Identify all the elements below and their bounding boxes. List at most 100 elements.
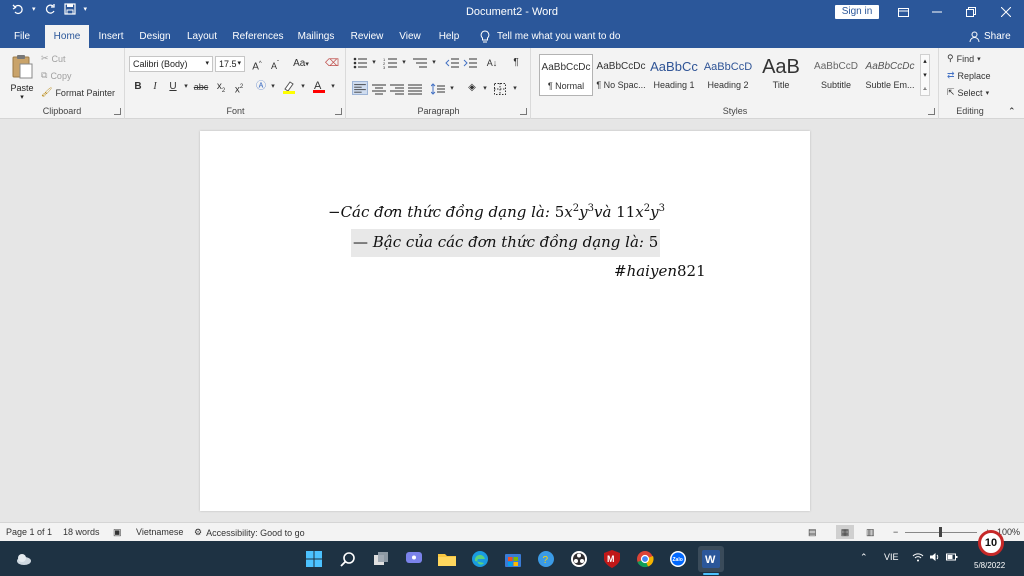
find-button[interactable]: ⚲ Find ▾ xyxy=(947,53,981,64)
line-spacing-icon[interactable] xyxy=(431,83,445,95)
weather-icon[interactable] xyxy=(12,547,36,571)
tab-file[interactable]: File xyxy=(4,25,40,48)
accessibility-status[interactable]: ⚙ Accessibility: Good to go xyxy=(194,527,305,538)
tab-references[interactable]: References xyxy=(231,25,285,48)
word-icon[interactable]: W xyxy=(698,546,724,572)
styles-gallery-scroll[interactable]: ▴ ▾ ⩡ xyxy=(920,54,930,96)
close-button[interactable] xyxy=(996,3,1016,21)
save-icon[interactable] xyxy=(63,3,76,15)
italic-button[interactable]: I xyxy=(148,80,162,94)
shrink-font-button[interactable]: Aˇ xyxy=(268,57,282,71)
cut-button[interactable]: ✂ Cut xyxy=(41,53,66,64)
clock-date[interactable]: 5/8/2022 xyxy=(974,561,1005,570)
tab-layout[interactable]: Layout xyxy=(183,25,221,48)
tab-design[interactable]: Design xyxy=(136,25,174,48)
store-icon[interactable] xyxy=(501,547,525,571)
antivirus-icon[interactable]: M xyxy=(600,547,624,571)
numbering-icon[interactable]: 123 xyxy=(383,57,397,69)
underline-dropdown-icon[interactable]: ▾ xyxy=(179,80,193,94)
tab-view[interactable]: View xyxy=(395,25,425,48)
style-no-spacing[interactable]: AaBbCcDc ¶ No Spac... xyxy=(594,54,648,96)
text-effects-dropdown-icon[interactable]: ▾ xyxy=(266,80,280,94)
style-title[interactable]: AaB Title xyxy=(754,54,808,96)
volume-icon[interactable] xyxy=(929,552,941,564)
zoom-out-icon[interactable]: − xyxy=(893,527,898,537)
decrease-indent-icon[interactable] xyxy=(445,57,459,69)
replace-button[interactable]: ⇄ Replace xyxy=(947,70,991,81)
chevron-up-icon[interactable]: ▴ xyxy=(921,55,929,69)
page-count[interactable]: Page 1 of 1 xyxy=(6,527,52,537)
font-name-combo[interactable]: Calibri (Body) ▾ xyxy=(129,56,213,72)
minimize-button[interactable] xyxy=(927,3,947,21)
highlight-dropdown-icon[interactable]: ▾ xyxy=(296,80,310,94)
word-count[interactable]: 18 words xyxy=(63,527,100,537)
style-heading-2[interactable]: AaBbCcD Heading 2 xyxy=(701,54,755,96)
tab-review[interactable]: Review xyxy=(348,25,386,48)
more-styles-icon[interactable]: ⩡ xyxy=(921,83,929,97)
tab-mailings[interactable]: Mailings xyxy=(294,25,338,48)
restore-button[interactable] xyxy=(961,3,981,21)
paste-button[interactable]: Paste ▾ xyxy=(9,54,35,101)
borders-icon[interactable] xyxy=(494,83,506,95)
shading-dropdown-icon[interactable]: ▾ xyxy=(478,82,492,96)
clipboard-launcher-icon[interactable] xyxy=(114,108,121,115)
web-layout-icon[interactable]: ▥ xyxy=(866,527,875,538)
collapse-ribbon-icon[interactable]: ⌃ xyxy=(1008,106,1016,117)
sort-icon[interactable]: A↓ xyxy=(485,56,499,70)
document-page[interactable]: −Các đơn thức đồng dạng là: 5x2y3và 11x2… xyxy=(200,131,810,511)
file-explorer-icon[interactable] xyxy=(435,547,459,571)
show-hidden-icons-icon[interactable]: ⌃ xyxy=(860,552,868,563)
zoom-slider-thumb[interactable] xyxy=(939,527,942,537)
read-mode-icon[interactable]: ▤ xyxy=(808,527,817,538)
font-launcher-icon[interactable] xyxy=(335,108,342,115)
equation-line-3[interactable]: #haiyen821 xyxy=(614,262,706,280)
grow-font-button[interactable]: A^ xyxy=(250,57,264,72)
highlight-color-icon[interactable] xyxy=(282,80,296,94)
show-formatting-marks-icon[interactable]: ¶ xyxy=(509,56,523,70)
chevron-down-icon[interactable]: ▾ xyxy=(921,69,929,83)
task-view-icon[interactable] xyxy=(369,547,393,571)
ribbon-display-options-button[interactable] xyxy=(893,3,913,21)
styles-launcher-icon[interactable] xyxy=(928,108,935,115)
chat-icon[interactable] xyxy=(402,547,426,571)
chrome-icon[interactable] xyxy=(633,547,657,571)
multilevel-dropdown-icon[interactable]: ▾ xyxy=(427,56,441,70)
justify-icon[interactable] xyxy=(408,83,422,95)
tab-help[interactable]: Help xyxy=(434,25,464,48)
share-button[interactable]: Share xyxy=(969,25,1011,48)
superscript-button[interactable]: x2 xyxy=(232,80,246,95)
start-icon[interactable] xyxy=(302,547,326,571)
search-icon[interactable] xyxy=(336,547,360,571)
align-center-icon[interactable] xyxy=(372,83,386,95)
subscript-button[interactable]: x2 xyxy=(214,80,228,94)
paragraph-launcher-icon[interactable] xyxy=(520,108,527,115)
equation-line-1[interactable]: −Các đơn thức đồng dạng là: 5x2y3và 11x2… xyxy=(328,203,665,221)
obs-icon[interactable] xyxy=(567,547,591,571)
undo-dropdown-icon[interactable]: ▾ xyxy=(32,5,36,13)
bullets-icon[interactable] xyxy=(353,57,367,69)
change-case-button[interactable]: Aa▾ xyxy=(291,57,311,71)
copy-button[interactable]: ⧉ Copy xyxy=(41,70,71,81)
notification-badge[interactable]: 10 xyxy=(978,530,1004,556)
redo-icon[interactable] xyxy=(44,3,56,15)
bullets-dropdown-icon[interactable]: ▾ xyxy=(367,56,381,70)
tab-insert[interactable]: Insert xyxy=(93,25,129,48)
style-subtle-emphasis[interactable]: AaBbCcDc Subtle Em... xyxy=(863,54,917,96)
font-color-dropdown-icon[interactable]: ▾ xyxy=(326,80,340,94)
select-button[interactable]: ⇱ Select ▾ xyxy=(947,87,989,98)
align-left-icon[interactable] xyxy=(352,81,368,95)
tell-me-search[interactable]: Tell me what you want to do xyxy=(480,25,620,48)
line-spacing-dropdown-icon[interactable]: ▾ xyxy=(445,82,459,96)
shading-icon[interactable]: ◈ xyxy=(465,81,479,95)
style-normal[interactable]: AaBbCcDc ¶ Normal xyxy=(539,54,593,96)
style-subtitle[interactable]: AaBbCcD Subtitle xyxy=(809,54,863,96)
battery-icon[interactable] xyxy=(946,552,958,564)
align-right-icon[interactable] xyxy=(390,83,404,95)
increase-indent-icon[interactable] xyxy=(463,57,477,69)
customize-qat-icon[interactable]: ▾ xyxy=(84,5,88,13)
font-size-combo[interactable]: 17.5 ▾ xyxy=(215,56,245,72)
print-layout-icon[interactable]: ▦ xyxy=(836,525,854,539)
sign-in-button[interactable]: Sign in xyxy=(835,5,879,19)
format-painter-button[interactable]: 🖌 Format Painter xyxy=(41,87,115,98)
edge-icon[interactable] xyxy=(468,547,492,571)
